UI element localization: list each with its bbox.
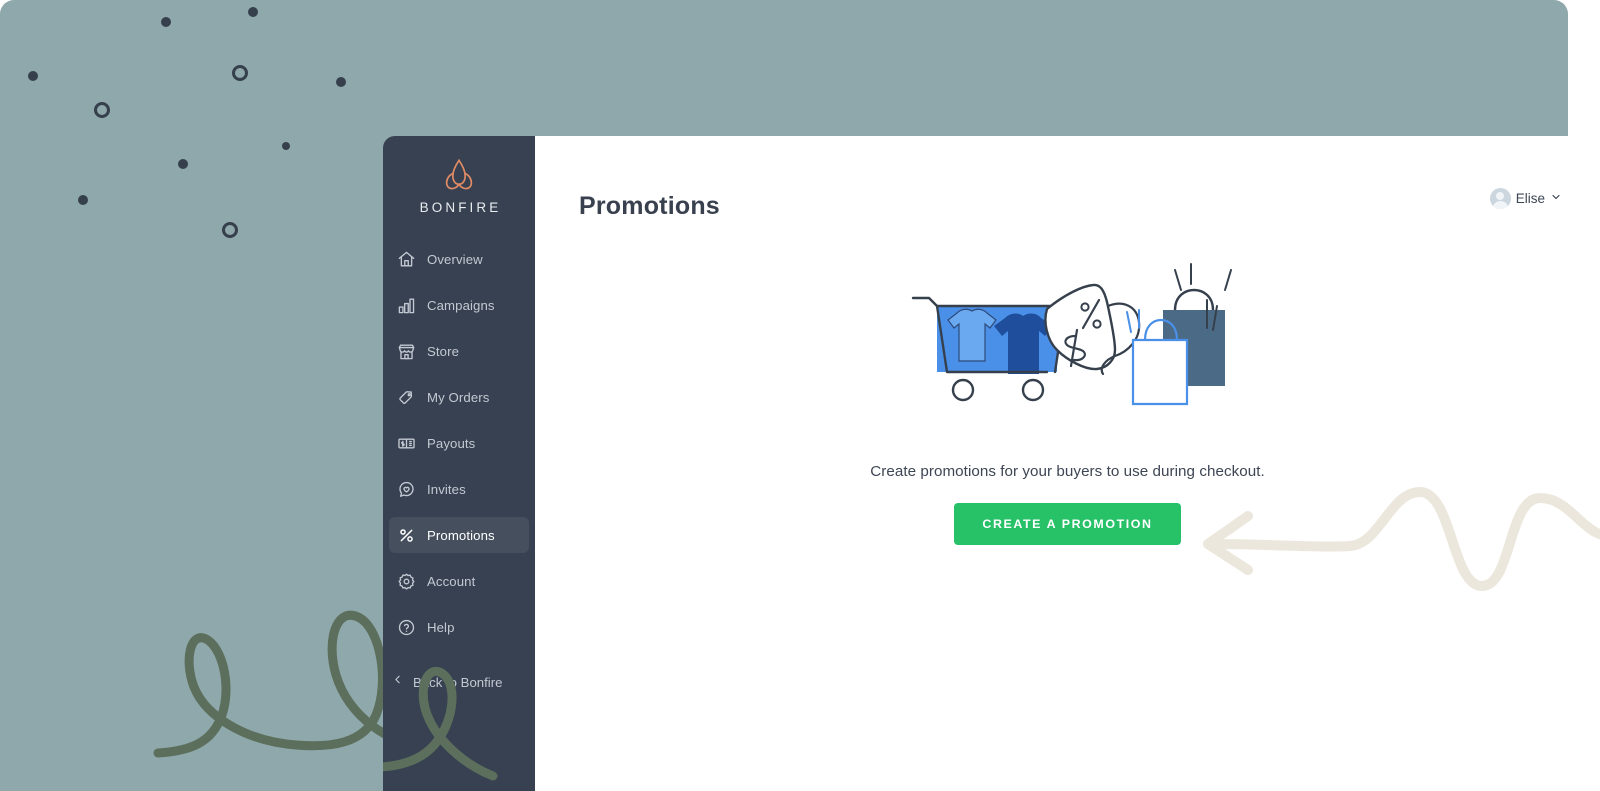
sidebar-item-store[interactable]: Store [389, 333, 529, 369]
brand: BONFIRE [383, 158, 535, 215]
backdrop-dot [78, 195, 88, 205]
sidebar-item-label: Campaigns [427, 297, 495, 313]
sidebar-item-promotions[interactable]: Promotions [389, 517, 529, 553]
home-icon [397, 250, 416, 269]
create-promotion-button[interactable]: CREATE A PROMOTION [954, 503, 1181, 545]
sidebar-item-back-to-bonfire[interactable]: Back to Bonfire [383, 665, 535, 699]
sidebar-item-label: Account [427, 573, 476, 589]
banknote-icon [397, 434, 416, 453]
user-avatar [1489, 188, 1511, 209]
sidebar-item-label: Store [427, 343, 460, 359]
sidebar-item-overview[interactable]: Overview [389, 241, 529, 277]
sidebar: BONFIRE Overview Campaigns Store My Orders P… [383, 136, 535, 791]
account-menu[interactable]: Elise [1489, 188, 1562, 209]
backdrop-dot [248, 7, 258, 17]
sidebar-item-label: Payouts [427, 435, 476, 451]
backdrop-ring [222, 222, 238, 238]
backdrop-dot [28, 71, 38, 81]
top-bar: Promotions Elise [535, 136, 1600, 264]
sidebar-item-label: Invites [427, 481, 466, 497]
sidebar-nav: Overview Campaigns Store My Orders Payouts In… [383, 241, 535, 645]
account-name: Elise [1515, 191, 1545, 206]
question-circle-icon [397, 618, 416, 637]
sidebar-item-my-orders[interactable]: My Orders [389, 379, 529, 415]
sidebar-item-invites[interactable]: Invites [389, 471, 529, 507]
sidebar-item-label: Help [427, 619, 455, 635]
gear-icon [397, 572, 416, 591]
tag-icon [397, 388, 416, 407]
chevron-left-icon [391, 673, 404, 691]
sidebar-item-campaigns[interactable]: Campaigns [389, 287, 529, 323]
empty-state: Create promotions for your buyers to use… [535, 256, 1600, 545]
main-content: Promotions Elise Create promotions for y… [535, 136, 1600, 791]
shopping-cart-price-tag-bags-illustration [911, 263, 1232, 406]
backdrop-dot [161, 17, 171, 27]
brand-name: BONFIRE [419, 200, 502, 215]
screen-root: BONFIRE Overview Campaigns Store My Orders P… [0, 0, 1600, 791]
app-window: BONFIRE Overview Campaigns Store My Orders P… [383, 136, 1600, 791]
backdrop-ring [232, 65, 248, 81]
backdrop-dot [282, 142, 290, 150]
sidebar-item-help[interactable]: Help [389, 609, 529, 645]
empty-state-message: Create promotions for your buyers to use… [870, 463, 1265, 480]
chevron-down-icon [1550, 190, 1562, 208]
sidebar-item-label: Overview [427, 251, 483, 267]
sidebar-item-payouts[interactable]: Payouts [389, 425, 529, 461]
heart-chat-icon [397, 480, 416, 499]
backdrop-dot [336, 77, 346, 87]
sidebar-item-label: My Orders [427, 389, 490, 405]
page-title: Promotions [579, 192, 720, 220]
sidebar-item-label: Promotions [427, 527, 495, 543]
sidebar-item-account[interactable]: Account [389, 563, 529, 599]
sidebar-back-label: Back to Bonfire [413, 674, 503, 690]
bar-chart-icon [397, 296, 416, 315]
percent-icon [397, 526, 416, 545]
bonfire-flame-logo [445, 158, 473, 190]
storefront-icon [397, 342, 416, 361]
backdrop-ring [94, 102, 110, 118]
backdrop-dot [178, 159, 188, 169]
